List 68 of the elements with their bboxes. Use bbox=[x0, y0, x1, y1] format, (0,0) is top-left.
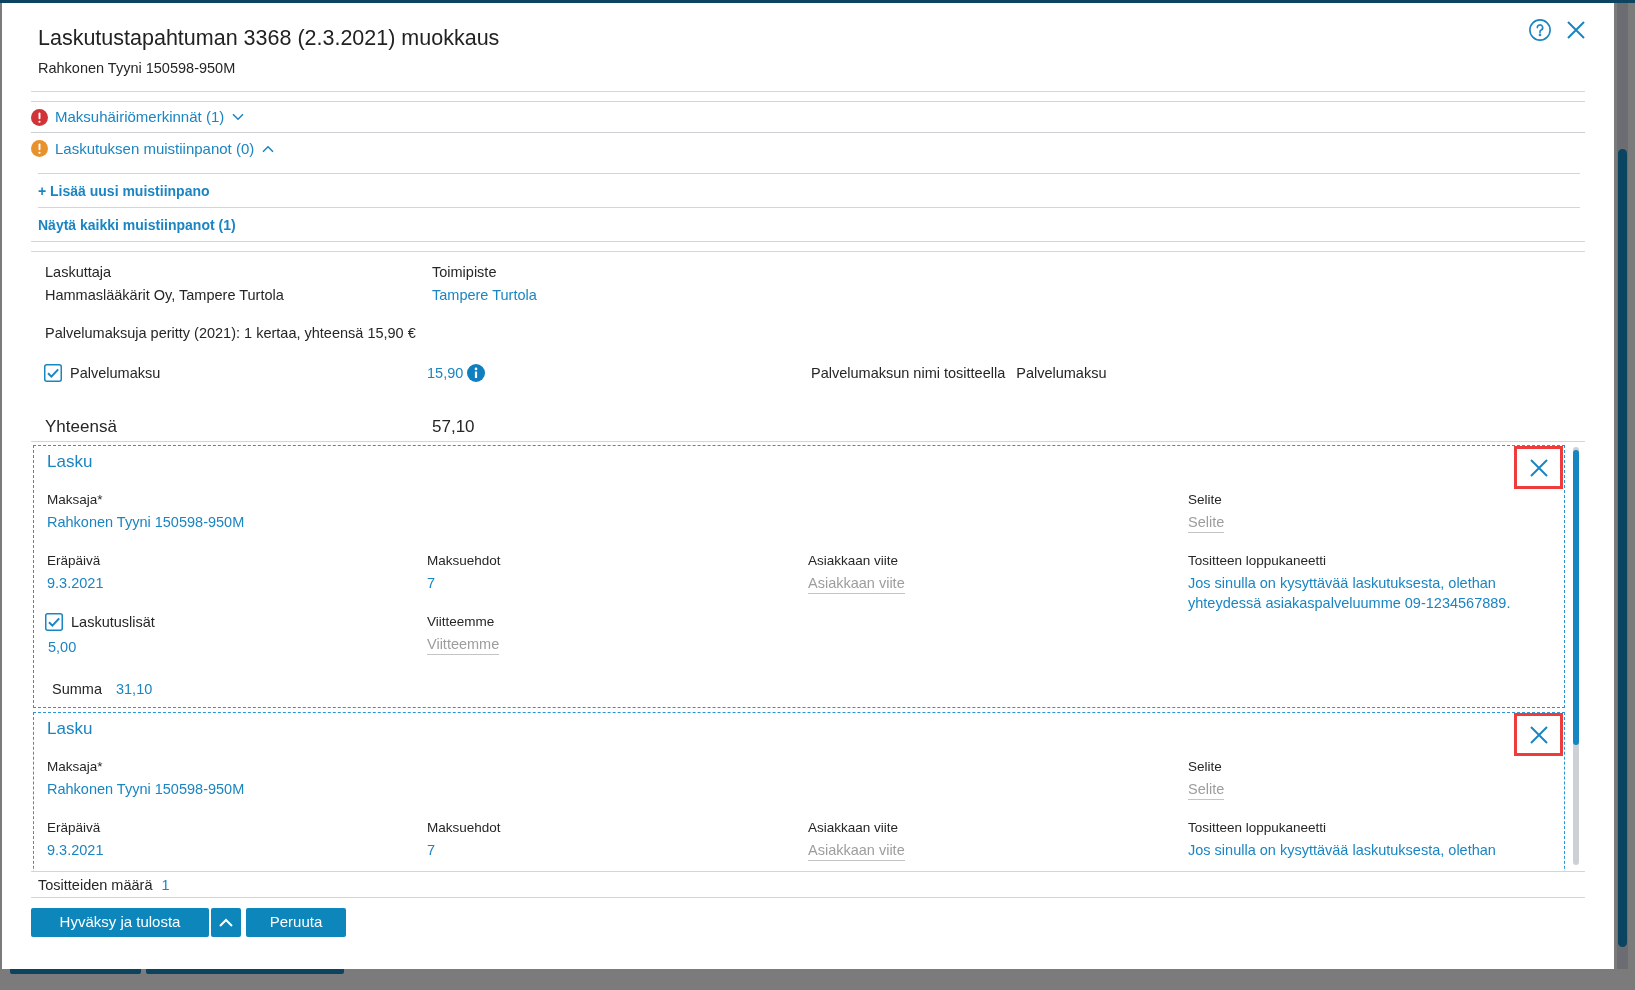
help-icon bbox=[1529, 19, 1551, 41]
field-value[interactable]: Tampere Turtola bbox=[432, 285, 537, 305]
scrollbar-thumb[interactable] bbox=[1573, 450, 1579, 745]
cancel-button[interactable]: Peruuta bbox=[246, 908, 346, 937]
help-button[interactable] bbox=[1529, 19, 1551, 41]
field-value[interactable]: 5,00 bbox=[48, 637, 77, 657]
field-value: Hammaslääkärit Oy, Tampere Turtola bbox=[45, 286, 284, 305]
field-label: Toimipiste bbox=[432, 263, 497, 282]
field-label: Eräpäivä bbox=[47, 819, 101, 837]
fee-amount[interactable]: 15,90 bbox=[427, 363, 464, 383]
caret-up-icon bbox=[219, 918, 233, 927]
field-label: Maksuehdot bbox=[427, 552, 501, 570]
field-value[interactable]: 9.3.2021 bbox=[47, 573, 104, 593]
close-icon bbox=[1529, 458, 1548, 477]
field-label: Eräpäivä bbox=[47, 552, 101, 570]
sum-label: Summa bbox=[52, 680, 102, 699]
input-field[interactable]: Asiakkaan viite bbox=[808, 573, 905, 594]
field-value[interactable]: 7 bbox=[427, 840, 436, 860]
remove-button[interactable] bbox=[1514, 713, 1563, 756]
total-value: 57,10 bbox=[432, 417, 475, 437]
section-toggle[interactable]: Maksuhäiriömerkinnät (1) bbox=[31, 107, 245, 127]
checkbox-label: Laskutuslisät bbox=[71, 613, 155, 632]
field-label: Tositteen loppukaneetti bbox=[1188, 819, 1327, 837]
field-label: Palvelumaksun nimi tositteella bbox=[811, 364, 1006, 383]
scrollbar[interactable] bbox=[1573, 447, 1579, 865]
field-label: Maksuehdot bbox=[427, 819, 501, 837]
input-field[interactable]: Selite bbox=[1188, 512, 1225, 533]
input-field[interactable]: Viitteemme bbox=[427, 634, 500, 655]
field-label: Viitteemme bbox=[427, 613, 495, 631]
field-label: Selite bbox=[1188, 758, 1222, 776]
field-value[interactable]: 7 bbox=[427, 573, 436, 593]
note-text[interactable]: Jos sinulla on kysyttävää laskutuksesta, olethan yhteydessä asiakaspalveluumme 09-1234567889. bbox=[1188, 573, 1528, 613]
card-title: Lasku bbox=[47, 718, 93, 740]
sum-value: 31,10 bbox=[115, 680, 153, 699]
note-link[interactable]: + Lisää uusi muistiinpano bbox=[38, 180, 210, 201]
info-icon bbox=[467, 364, 486, 382]
checkbox-label: Palvelumaksu bbox=[70, 364, 161, 383]
total-label: Yhteensä bbox=[45, 417, 118, 437]
field-value: Palvelumaksu bbox=[1016, 364, 1107, 383]
close-button[interactable] bbox=[1567, 21, 1585, 39]
dialog-title: Laskutustapahtuman 3368 (2.3.2021) muokkaus bbox=[38, 25, 500, 52]
card-title: Lasku bbox=[47, 451, 93, 473]
field-label: Selite bbox=[1188, 491, 1222, 509]
approve-print-button[interactable]: Hyväksy ja tulosta bbox=[31, 908, 209, 937]
field-label: Tositteen loppukaneetti bbox=[1188, 552, 1327, 570]
field-value[interactable]: Rahkonen Tyyni 150598-950M bbox=[47, 779, 245, 799]
field-label: Maksaja* bbox=[47, 491, 103, 509]
field-value[interactable]: Rahkonen Tyyni 150598-950M bbox=[47, 512, 245, 532]
field-label: Asiakkaan viite bbox=[808, 819, 899, 837]
input-field[interactable]: Selite bbox=[1188, 779, 1225, 800]
section-toggle[interactable]: Laskutuksen muistiinpanot (0) bbox=[31, 138, 275, 159]
fee-summary: Palvelumaksuja peritty (2021): 1 kertaa, yhteensä 15,90 € bbox=[45, 324, 417, 343]
field-label: Asiakkaan viite bbox=[808, 552, 899, 570]
field-value: 1 bbox=[161, 875, 170, 895]
field-label: Maksaja* bbox=[47, 758, 103, 776]
checkbox[interactable] bbox=[45, 613, 63, 631]
close-icon bbox=[1529, 725, 1548, 744]
remove-button[interactable] bbox=[1514, 446, 1563, 489]
field-value[interactable]: 9.3.2021 bbox=[47, 840, 104, 860]
field-label: Tositteiden määrä bbox=[38, 875, 153, 895]
checkbox[interactable] bbox=[44, 364, 62, 382]
field-label: Laskuttaja bbox=[45, 263, 112, 282]
menu-toggle-button[interactable] bbox=[211, 908, 241, 937]
note-link[interactable]: Näytä kaikki muistiinpanot (1) bbox=[38, 214, 236, 235]
input-field[interactable]: Asiakkaan viite bbox=[808, 840, 905, 861]
dialog-subtitle: Rahkonen Tyyni 150598-950M bbox=[38, 59, 237, 78]
close-icon bbox=[1567, 21, 1585, 39]
note-text[interactable]: Jos sinulla on kysyttävää laskutuksesta, olethan bbox=[1188, 840, 1528, 860]
